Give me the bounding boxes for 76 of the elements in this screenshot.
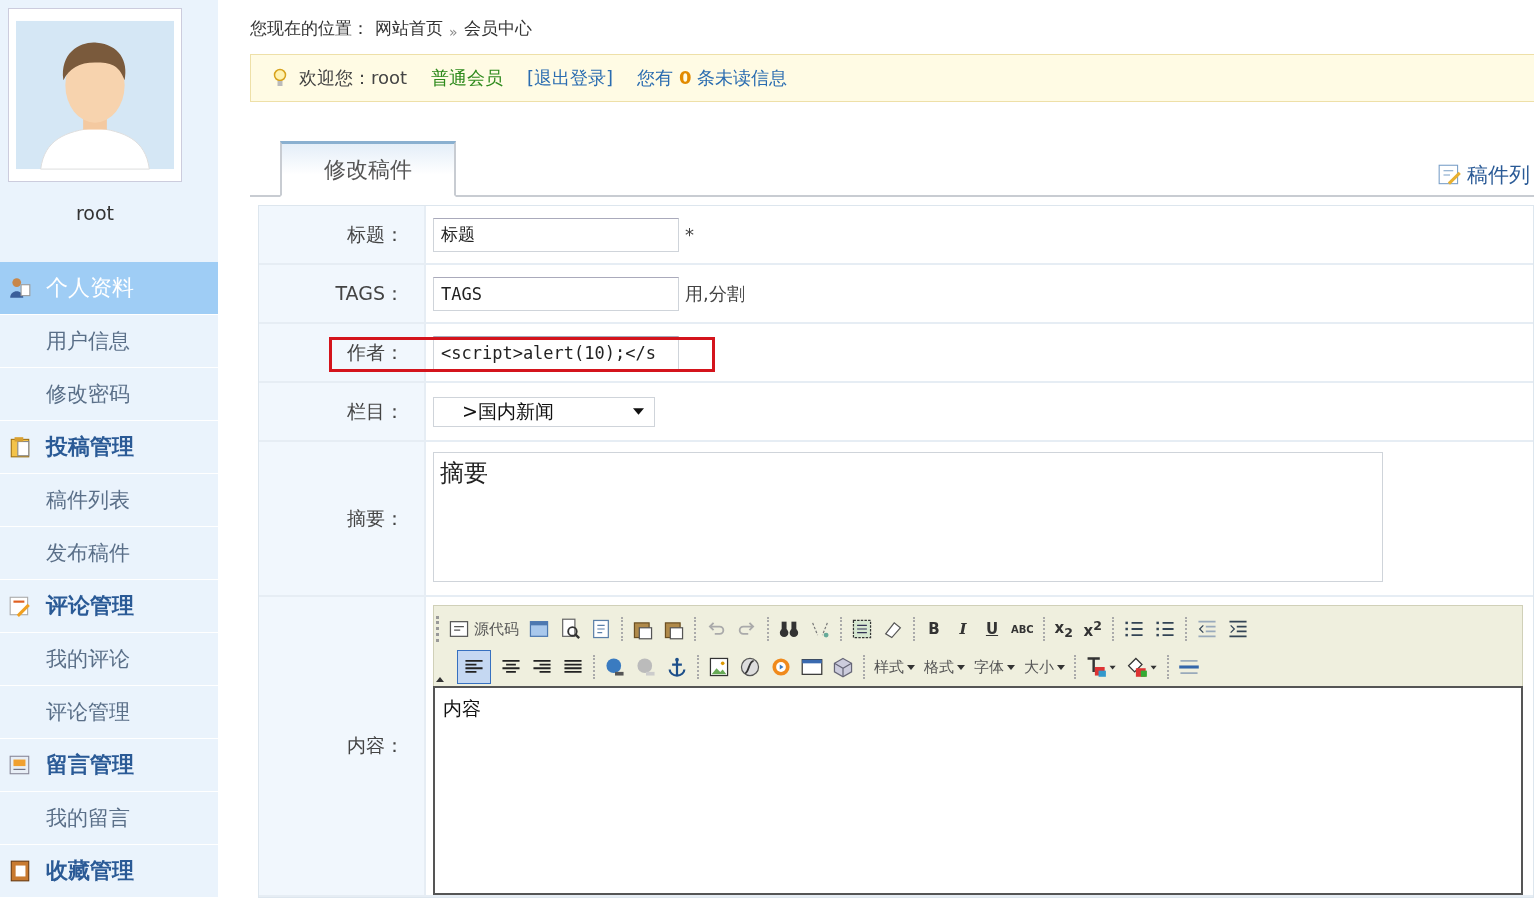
text-input[interactable]: 标题	[433, 217, 679, 252]
summary-textarea[interactable]: 摘要	[433, 452, 1383, 582]
sidebar-link[interactable]: 发布稿件	[0, 527, 218, 580]
table-icon[interactable]	[801, 656, 823, 678]
caret-icon	[957, 664, 965, 670]
sidebar-section[interactable]: 投稿管理	[0, 421, 218, 474]
caret-icon	[1007, 664, 1015, 670]
outdent-icon[interactable]	[1195, 618, 1218, 640]
cube-icon[interactable]	[832, 656, 854, 678]
field-label: 作者：	[347, 339, 404, 365]
sidebar-link[interactable]: 修改密码	[0, 368, 218, 421]
field-label: 栏目：	[347, 398, 404, 424]
lightbulb-icon	[273, 68, 287, 88]
sidebar-link[interactable]: 稿件列表	[0, 474, 218, 527]
flash-icon[interactable]	[739, 656, 761, 678]
toolbar-dropdown[interactable]: 格式	[924, 657, 965, 677]
breadcrumb-link[interactable]: 会员中心	[463, 17, 532, 40]
format-button[interactable]: ABC	[1011, 623, 1034, 635]
format-button[interactable]: U	[982, 620, 1002, 638]
collapse-icon[interactable]	[436, 676, 444, 682]
welcome-text: 欢迎您：root	[299, 66, 408, 90]
format-button[interactable]: I	[953, 620, 973, 638]
edit-note-icon	[1437, 163, 1463, 187]
document-icon	[448, 618, 470, 640]
member-level: 普通会员	[431, 66, 504, 90]
person-icon	[8, 276, 32, 300]
breadcrumb-separator: »	[449, 24, 458, 40]
field-hint: 用,分割	[685, 281, 745, 306]
sidebar-link[interactable]: 用户信息	[0, 315, 218, 368]
clipboard-icon	[8, 435, 32, 459]
caret-icon	[633, 408, 644, 415]
sidebar-link[interactable]: 我的评论	[0, 633, 218, 686]
field-label: 内容：	[347, 733, 404, 758]
field-label: TAGS：	[335, 280, 404, 306]
toolbar-dropdown[interactable]: 大小	[1024, 657, 1065, 677]
sidebar-section[interactable]: 评论管理	[0, 580, 218, 633]
field-hint: *	[685, 224, 694, 245]
field-label: 标题：	[347, 221, 404, 247]
source-code-button[interactable]: 源代码	[448, 618, 519, 640]
globe-link-icon[interactable]	[604, 656, 626, 678]
breadcrumb-label: 您现在的位置：	[250, 17, 369, 40]
book-icon	[8, 859, 32, 883]
image-icon[interactable]	[708, 656, 730, 678]
indent-icon[interactable]	[1226, 618, 1249, 640]
caret-icon	[907, 664, 915, 670]
username: root	[75, 202, 115, 224]
sidebar-section[interactable]: 留言管理	[0, 739, 218, 792]
field-label: 摘要：	[347, 505, 404, 531]
logout-link[interactable]: [退出登录]	[527, 66, 614, 90]
article-list-link[interactable]: 稿件列	[1467, 161, 1530, 189]
text-input[interactable]: TAGS	[433, 276, 679, 311]
note-icon	[8, 753, 32, 777]
content-editor[interactable]: 内容	[433, 686, 1523, 895]
category-select[interactable]: >国内新闻	[433, 396, 655, 427]
sidebar-link[interactable]: 我的留言	[0, 792, 218, 845]
script-button[interactable]: x$_{2}$	[1053, 618, 1074, 640]
tab[interactable]: 修改稿件	[280, 141, 456, 197]
caret-icon	[1057, 664, 1065, 670]
anchor-icon[interactable]	[666, 656, 688, 678]
script-button[interactable]: x$^{2}$	[1082, 618, 1103, 640]
sidebar-link[interactable]: 评论管理	[0, 686, 218, 739]
align-left-icon[interactable]	[457, 650, 491, 684]
unread-messages-link[interactable]: 您有 0 条未读信息	[637, 66, 788, 90]
select-all-icon[interactable]	[851, 618, 873, 640]
window-icon[interactable]	[528, 618, 550, 640]
preview-icon[interactable]	[559, 618, 581, 640]
breadcrumb-link[interactable]: 网站首页	[375, 17, 443, 40]
background-color-icon[interactable]	[1126, 656, 1158, 678]
sidebar-section[interactable]: 收藏管理	[0, 845, 218, 898]
document-icon[interactable]	[590, 618, 612, 640]
notepad-icon	[8, 594, 32, 618]
text-color-icon[interactable]	[1085, 656, 1117, 678]
toolbar-dropdown[interactable]: 字体	[974, 657, 1015, 677]
text-input[interactable]: <script>alert(10);</s	[433, 335, 679, 370]
toolbar-dropdown[interactable]: 样式	[874, 657, 915, 677]
format-button[interactable]: B	[924, 620, 944, 638]
